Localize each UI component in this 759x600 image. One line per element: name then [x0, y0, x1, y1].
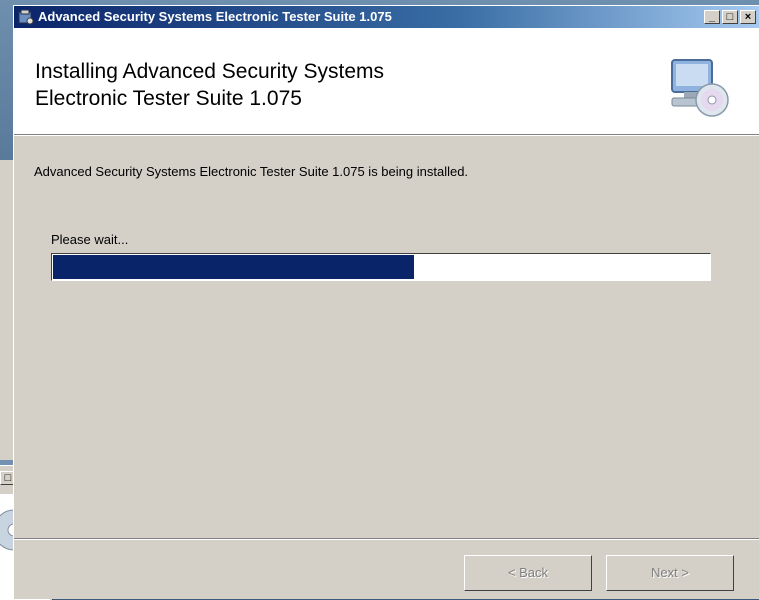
install-description: Advanced Security Systems Electronic Tes…	[34, 164, 469, 179]
window-title: Advanced Security Systems Electronic Tes…	[38, 9, 392, 24]
page-title-line1: Installing Advanced Security Systems	[35, 60, 385, 83]
installer-app-icon	[18, 9, 34, 25]
close-button[interactable]: ×	[740, 10, 756, 24]
next-button[interactable]: Next >	[606, 555, 734, 591]
install-progress-bar	[51, 253, 711, 281]
footer-divider	[14, 538, 759, 540]
minimize-button[interactable]: _	[704, 10, 720, 24]
computer-cd-icon	[671, 59, 729, 117]
page-title: Installing Advanced Security Systems Ele…	[35, 58, 555, 112]
progress-fill	[53, 255, 414, 279]
maximize-button[interactable]: □	[722, 10, 738, 24]
page-title-line2: Electronic Tester Suite 1.075	[35, 87, 302, 110]
please-wait-label: Please wait...	[51, 232, 129, 247]
titlebar[interactable]: Advanced Security Systems Electronic Tes…	[14, 6, 759, 28]
installer-header: Installing Advanced Security Systems Ele…	[14, 28, 759, 135]
installer-window: Advanced Security Systems Electronic Tes…	[13, 5, 759, 599]
back-button[interactable]: < Back	[464, 555, 592, 591]
header-divider	[14, 135, 759, 136]
